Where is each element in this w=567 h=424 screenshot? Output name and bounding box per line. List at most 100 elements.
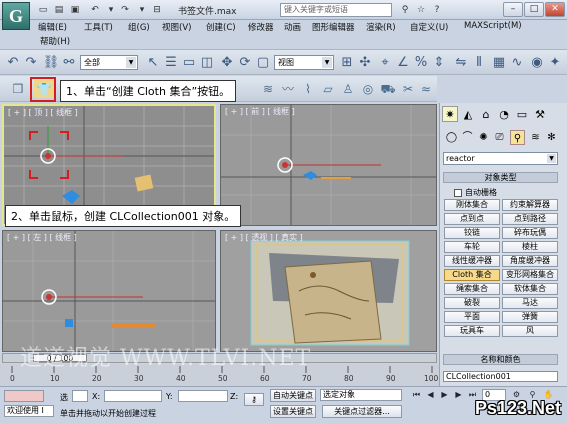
btn-spring[interactable]: 弹簧 [502,311,558,323]
display-tab-icon[interactable]: ▭ [514,106,530,122]
viewport-perspective[interactable]: [ + ] [ 透视 ] [ 真实 ] [220,230,437,352]
menu-animation[interactable]: 动画 [284,21,301,33]
btn-wind[interactable]: 风 [502,325,558,337]
wind-icon[interactable]: ≈ [416,80,436,98]
object-type-rollout[interactable]: 对象类型 [443,172,558,183]
menu-edit[interactable]: 编辑(E) [38,21,67,33]
utilities-tab-icon[interactable]: ⚒ [532,106,548,122]
cubes-icon[interactable]: ❒ [8,80,28,98]
lights-icon[interactable]: ✺ [476,130,491,145]
material-editor-icon[interactable]: ◉ [528,54,546,72]
align-icon[interactable]: ⫴ [470,54,488,72]
y-coord-input[interactable] [178,390,228,402]
maximize-button[interactable]: □ [524,2,544,17]
window-crossing-icon[interactable]: ◫ [198,54,216,72]
angle-snap-icon[interactable]: ∠ [394,54,412,72]
play-icon[interactable]: ▶ [438,389,451,401]
btn-ragdoll[interactable]: 碎布玩偶 [502,227,558,239]
selection-filter-select[interactable]: 全部 ▼ [80,55,138,70]
save-file-icon[interactable]: ▣ [68,3,82,17]
viewport-left-label[interactable]: [ + ] [ 左 ] [ 线框 ] [7,232,77,243]
chevron-down-icon[interactable]: ▾ [135,3,149,17]
key-filters-button[interactable]: 关键点过滤器... [322,405,402,418]
mirror-icon[interactable]: ⇋ [452,54,470,72]
layer-icon[interactable]: ▦ [490,54,508,72]
viewport-left[interactable]: [ + ] [ 左 ] [ 线框 ] [2,230,216,352]
search-icon[interactable]: ⚲ [398,3,412,17]
percent-snap-icon[interactable]: % [412,54,430,72]
btn-constraint-solver[interactable]: 约束解算器 [502,199,558,211]
viewport-front[interactable]: [ + ] [ 前 ] [ 线框 ] [220,104,437,226]
btn-hinge[interactable]: 铰链 [444,227,500,239]
rect-select-icon[interactable]: ▭ [180,54,198,72]
next-frame-icon[interactable]: ▶ [452,389,465,401]
curve-editor-icon[interactable]: ∿ [508,54,526,72]
undo-icon[interactable]: ↶ [88,3,102,17]
minimize-button[interactable]: – [503,2,523,17]
go-to-start-icon[interactable]: ⏮ [410,389,423,401]
redo-icon[interactable]: ↷ [118,3,132,17]
btn-wheel[interactable]: 车轮 [444,241,500,253]
btn-angular-dashpot[interactable]: 角度缓冲器 [502,255,558,267]
menu-create[interactable]: 创建(C) [206,21,236,33]
btn-point-to-path[interactable]: 点到路径 [502,213,558,225]
btn-cloth-collection[interactable]: Cloth 集合 [444,269,500,281]
rag-doll-icon[interactable]: ♙ [338,80,358,98]
open-file-icon[interactable]: ▤ [52,3,66,17]
shapes-icon[interactable]: ⌒ [460,130,475,145]
auto-key-button[interactable]: 自动关键点 [270,389,316,402]
new-file-icon[interactable]: ▭ [36,3,50,17]
auto-grid-checkbox[interactable]: 自动栅格 [454,187,497,198]
scale-icon[interactable]: ▢ [254,54,272,72]
manipulate-icon[interactable]: ✣ [356,54,374,72]
btn-plane[interactable]: 平面 [444,311,500,323]
viewport-front-label[interactable]: [ + ] [ 前 ] [ 线框 ] [225,106,295,117]
spring-icon[interactable]: ⌇ [298,80,318,98]
menu-graph-editors[interactable]: 图形编辑器 [312,21,355,33]
selected-objects-select[interactable]: 选定对象 [320,389,402,401]
lock-selection-toggle[interactable] [72,390,88,402]
hierarchy-tab-icon[interactable]: ⌂ [478,106,494,122]
btn-motor[interactable]: 马达 [502,297,558,309]
viewport-top-label[interactable]: [ + ] [ 顶 ] [ 线框 ] [8,107,78,118]
menu-views[interactable]: 视图(V) [162,21,191,33]
category-select[interactable]: reactor ▼ [443,152,558,165]
menu-modifiers[interactable]: 修改器 [248,21,274,33]
geometry-icon[interactable]: ◯ [444,130,459,145]
btn-fracture[interactable]: 破裂 [444,297,500,309]
rope-icon[interactable]: ≋ [258,80,278,98]
x-coord-input[interactable] [104,390,162,402]
close-button[interactable]: ✕ [545,2,565,17]
wheel-icon[interactable]: ◎ [358,80,378,98]
object-name-input[interactable]: CLCollection001 [443,371,558,382]
viewport-perspective-label[interactable]: [ + ] [ 透视 ] [ 真实 ] [225,232,303,243]
undo-icon[interactable]: ↶ [4,54,22,72]
star-icon[interactable]: ☆ [414,3,428,17]
app-menu-button[interactable]: G [2,2,30,30]
menu-maxscript[interactable]: MAXScript(M) [464,21,522,31]
snap-icon[interactable]: ⌖ [376,54,394,72]
systems-icon[interactable]: ✻ [544,130,559,145]
ref-coord-select[interactable]: 视图 ▼ [274,55,334,70]
select-by-name-icon[interactable]: ☰ [162,54,180,72]
btn-linear-dashpot[interactable]: 线性缓冲器 [444,255,500,267]
unlink-icon[interactable]: ⚯ [60,54,78,72]
link-icon[interactable]: ⛓ [42,54,60,72]
menu-group[interactable]: 组(G) [128,21,150,33]
wave-icon[interactable]: 〰 [278,80,298,98]
chevron-down-icon[interactable]: ▾ [104,3,118,17]
helpers-icon[interactable]: ⚲ [510,130,525,145]
pivot-icon[interactable]: ⊞ [338,54,356,72]
search-input[interactable]: 键入关键字或短语 [280,3,392,17]
key-icon[interactable]: ⚷ [244,393,264,406]
maxscript-listener[interactable] [4,390,44,402]
fracture-icon[interactable]: ✂ [398,80,418,98]
rotate-icon[interactable]: ⟳ [236,54,254,72]
dropdown-icon[interactable]: ⊟ [150,3,164,17]
set-key-button[interactable]: 设置关键点 [270,405,316,418]
btn-prismatic[interactable]: 棱柱 [502,241,558,253]
spinner-snap-icon[interactable]: ⇕ [430,54,448,72]
menu-help[interactable]: 帮助(H) [40,35,70,47]
select-object-icon[interactable]: ↖ [144,54,162,72]
cameras-icon[interactable]: ⎚ [492,130,507,145]
